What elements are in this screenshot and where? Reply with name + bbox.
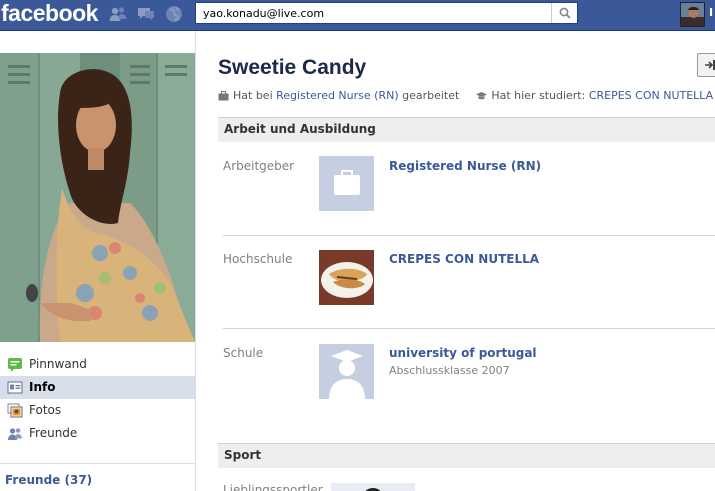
graduate-placeholder-icon — [319, 344, 374, 399]
headline-work-suffix: gearbeitet — [402, 89, 460, 102]
left-column: Pinnwand Info Fotos Freunde Freunde (37) — [0, 31, 196, 491]
nav-item-label: Pinnwand — [29, 357, 87, 371]
briefcase-icon — [218, 90, 229, 101]
row-label-school: Schule — [223, 346, 264, 360]
nav-item-label: Fotos — [29, 403, 62, 417]
graduation-cap-icon — [476, 91, 488, 101]
athlete-thumbnail[interactable] — [331, 483, 415, 491]
briefcase-placeholder-icon — [319, 156, 374, 211]
user-name-link[interactable]: I — [709, 6, 713, 19]
section-header-work-education: Arbeit und Ausbildung — [218, 117, 715, 142]
friends-icon — [7, 426, 23, 441]
headline-work-prefix: Hat bei — [233, 89, 273, 102]
facebook-logo[interactable]: facebook — [1, 0, 98, 28]
headline-work-link[interactable]: Registered Nurse (RN) — [276, 89, 398, 102]
nav-item-label: Freunde — [29, 426, 78, 440]
profile-picture[interactable] — [0, 53, 195, 342]
messages-icon[interactable] — [136, 4, 156, 24]
profile-headline: Hat bei Registered Nurse (RN) gearbeitet… — [218, 89, 713, 104]
magnifier-icon — [559, 7, 571, 19]
message-arrow-icon — [705, 60, 715, 70]
search-field[interactable] — [195, 2, 578, 24]
profile-name: Sweetie Candy — [218, 56, 367, 79]
row-label-college: Hochschule — [223, 252, 293, 266]
main-content: Sweetie Candy Hat bei Registered Nurse (… — [196, 31, 715, 491]
row-label-employer: Arbeitgeber — [223, 159, 295, 173]
search-input[interactable] — [196, 3, 551, 23]
nav-item-pinnwand[interactable]: Pinnwand — [0, 353, 195, 376]
nav-item-info[interactable]: Info — [0, 376, 195, 399]
row-label-favorite-athletes: Lieblingssportler — [223, 483, 323, 491]
school-class-year: Abschlussklasse 2007 — [389, 364, 510, 377]
wall-icon — [7, 357, 23, 372]
nav-item-label: Info — [29, 380, 56, 394]
info-icon — [7, 380, 23, 395]
nav-item-freunde[interactable]: Freunde — [0, 422, 195, 445]
school-thumbnail[interactable] — [319, 344, 374, 399]
user-avatar[interactable] — [680, 2, 705, 27]
row-divider — [223, 235, 715, 236]
left-divider — [0, 463, 195, 464]
nav-item-fotos[interactable]: Fotos — [0, 399, 195, 422]
row-divider — [223, 328, 715, 329]
school-link[interactable]: university of portugal — [389, 346, 537, 360]
college-thumbnail[interactable] — [319, 250, 374, 305]
headline-study-link[interactable]: CREPES CON NUTELLA — [589, 89, 713, 102]
crepe-photo-icon — [319, 250, 374, 305]
friends-count-link[interactable]: Freunde (37) — [5, 473, 92, 487]
section-header-sport: Sport — [218, 443, 715, 468]
notifications-globe-icon[interactable] — [164, 4, 184, 24]
profile-action-button[interactable] — [697, 53, 715, 77]
profile-nav: Pinnwand Info Fotos Freunde — [0, 353, 195, 445]
top-bar: facebook I — [0, 0, 715, 31]
employer-link[interactable]: Registered Nurse (RN) — [389, 159, 541, 173]
headline-study-prefix: Hat hier studiert: — [491, 89, 586, 102]
photos-icon — [7, 403, 23, 418]
employer-thumbnail[interactable] — [319, 156, 374, 211]
college-link[interactable]: CREPES CON NUTELLA — [389, 252, 539, 266]
search-button[interactable] — [551, 3, 577, 23]
friend-requests-icon[interactable] — [108, 4, 128, 24]
